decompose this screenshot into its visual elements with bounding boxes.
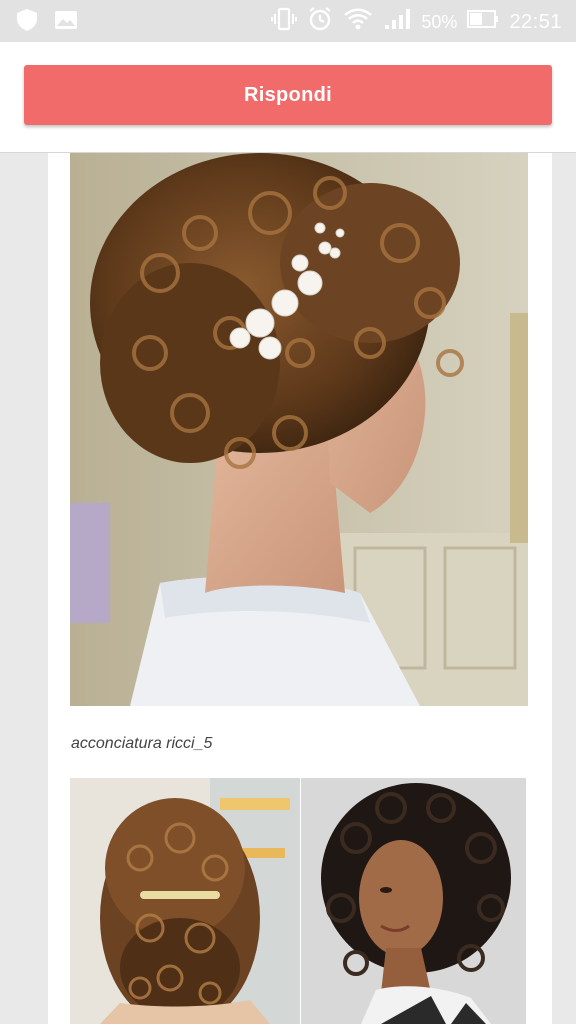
status-bar: 50% 22:51 <box>0 0 576 42</box>
battery-icon <box>467 9 499 35</box>
clock: 22:51 <box>509 10 562 33</box>
post-content: acconciatura ricci_5 <box>48 153 552 1024</box>
vibrate-icon <box>271 6 298 38</box>
image-icon <box>54 10 78 35</box>
signal-icon <box>383 7 411 37</box>
reply-button[interactable]: Rispondi <box>24 65 552 125</box>
post-photo-left[interactable] <box>70 778 300 1024</box>
post-photo-main[interactable] <box>70 153 528 706</box>
photo-caption: acconciatura ricci_5 <box>71 735 213 752</box>
alarm-icon <box>307 6 333 38</box>
battery-percent: 50% <box>421 11 458 32</box>
header: Rispondi <box>0 42 576 153</box>
post-photo-right[interactable] <box>301 778 526 1024</box>
shield-icon <box>16 8 38 37</box>
wifi-icon <box>343 6 373 38</box>
